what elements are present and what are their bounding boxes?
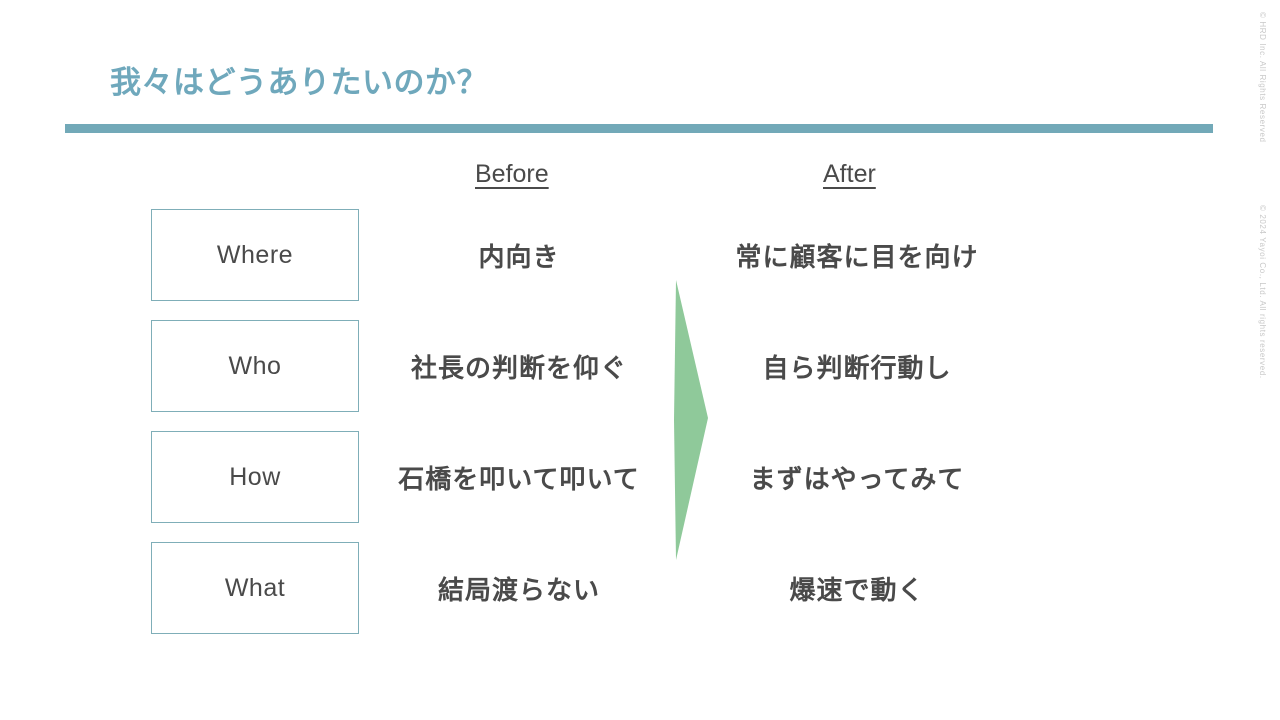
table-row: Who 社長の判断を仰ぐ 自ら判断行動し: [0, 320, 1280, 414]
title-underline-bar: [65, 124, 1213, 133]
label-box-where: Where: [151, 209, 359, 301]
label-box-how: How: [151, 431, 359, 523]
copyright-note-top: © HRD Inc. All Rights Reserved: [1258, 12, 1267, 143]
table-row: How 石橋を叩いて叩いて まずはやってみて: [0, 431, 1280, 525]
slide-canvas: 我々はどうありたいのか？ Before After Where 内向き 常に顧客…: [0, 0, 1280, 720]
page-title: 我々はどうありたいのか？: [110, 65, 488, 100]
column-header-before: Before: [475, 160, 549, 188]
label-box-what-text: What: [224, 573, 286, 602]
label-box-how-text: How: [229, 462, 281, 491]
cell-after-what: 爆速で動く: [789, 575, 925, 605]
cell-before-who: 社長の判断を仰ぐ: [410, 353, 627, 383]
cell-after-how: まずはやってみて: [749, 464, 965, 494]
cell-before-how: 石橋を叩いて叩いて: [398, 464, 640, 494]
table-row: Where 内向き 常に顧客に目を向け: [0, 209, 1280, 303]
cell-before-what: 結局渡らない: [437, 575, 600, 605]
label-box-who: Who: [151, 320, 359, 412]
label-box-what: What: [151, 542, 359, 634]
cell-after-who: 自ら判断行動し: [762, 353, 952, 383]
column-header-after: After: [823, 160, 876, 188]
title-block: 我々はどうありたいのか？: [65, 62, 1215, 133]
copyright-note-bottom: © 2024 Yayoi Co., Ltd. All rights reserv…: [1258, 205, 1267, 379]
cell-after-where: 常に顧客に目を向け: [735, 242, 979, 272]
comparison-matrix: Where 内向き 常に顧客に目を向け Who 社長の判断を仰ぐ 自ら判断行動し…: [0, 209, 1280, 636]
label-box-where-text: Where: [216, 240, 294, 269]
table-row: What 結局渡らない 爆速で動く: [0, 542, 1280, 636]
label-box-who-text: Who: [228, 351, 282, 380]
cell-before-where: 内向き: [478, 242, 560, 272]
